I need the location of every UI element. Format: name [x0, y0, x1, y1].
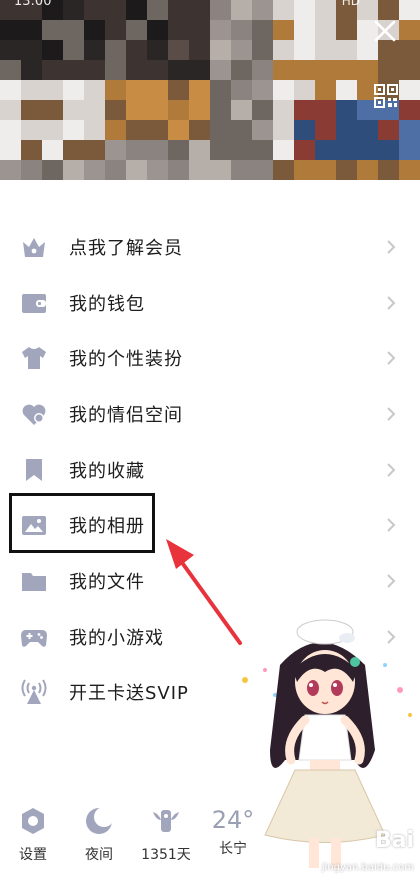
shirt-icon: [20, 344, 48, 372]
menu-item-vip[interactable]: 点我了解会员: [0, 219, 420, 275]
menu-item-wallet[interactable]: 我的钱包: [0, 275, 420, 331]
temperature: 24°: [211, 806, 255, 834]
menu-item-label: 点我了解会员: [69, 237, 183, 259]
heart-icon: [20, 400, 48, 428]
menu-item-label: 我的情侣空间: [69, 404, 183, 426]
night-mode-label: 夜间: [85, 847, 113, 863]
moon-icon: [86, 807, 114, 834]
watermark-logo: Bai: [374, 828, 414, 853]
watermark-url: jingyan.baidu.com: [321, 862, 414, 873]
folder-icon: [20, 567, 48, 595]
menu-item-label: 我的文件: [69, 571, 145, 593]
chevron-right-icon: [386, 406, 396, 422]
chevron-right-icon: [386, 462, 396, 478]
menu-item-couple-space[interactable]: 我的情侣空间: [0, 386, 420, 442]
close-button[interactable]: [370, 16, 400, 46]
menu-item-label: 我的相册: [69, 516, 145, 538]
status-bar: 13:00 HD: [0, 0, 420, 12]
days-badge-button[interactable]: 1351天: [136, 800, 196, 864]
gamepad-icon: [20, 623, 48, 651]
settings-button[interactable]: 设置: [3, 800, 63, 864]
days-label: 1351天: [141, 847, 191, 863]
drawer-menu: 点我了解会员 我的钱包 我的个性装扮 我的情侣空间 我的收藏 我的相册 我的文件…: [0, 219, 420, 720]
winged-badge-icon: [153, 810, 179, 832]
night-mode-button[interactable]: 夜间: [69, 800, 129, 864]
status-time: 13:00: [14, 0, 52, 9]
chevron-right-icon: [386, 629, 396, 645]
qr-code-button[interactable]: [374, 84, 398, 108]
menu-item-label: 我的钱包: [69, 293, 145, 315]
weather-button[interactable]: 24° 长宁: [203, 800, 263, 858]
settings-icon: [22, 808, 44, 834]
close-icon: [374, 20, 396, 42]
wallet-icon: [20, 289, 48, 317]
city-label: 长宁: [219, 841, 247, 857]
menu-item-label: 开王卡送SVIP: [69, 683, 189, 705]
image-icon: [20, 511, 48, 539]
profile-header: 13:00 HD: [0, 0, 420, 180]
menu-item-wang-card[interactable]: 开王卡送SVIP: [0, 665, 420, 721]
menu-item-album[interactable]: 我的相册: [0, 497, 420, 553]
pixelated-avatar-photo: [0, 0, 420, 180]
status-indicators: HD: [341, 0, 360, 8]
menu-item-mini-games[interactable]: 我的小游戏: [0, 609, 420, 665]
menu-item-personalize[interactable]: 我的个性装扮: [0, 330, 420, 386]
settings-label: 设置: [19, 847, 47, 863]
chevron-right-icon: [386, 350, 396, 366]
bookmark-icon: [20, 456, 48, 484]
menu-item-label: 我的收藏: [69, 460, 145, 482]
menu-item-label: 我的个性装扮: [69, 349, 183, 371]
menu-item-files[interactable]: 我的文件: [0, 553, 420, 609]
menu-item-favorites[interactable]: 我的收藏: [0, 442, 420, 498]
signal-tower-icon: [20, 678, 48, 706]
chevron-right-icon: [386, 573, 396, 589]
crown-icon: [20, 233, 48, 261]
menu-item-label: 我的小游戏: [69, 627, 164, 649]
qr-code-icon: [374, 84, 398, 108]
chevron-right-icon: [386, 295, 396, 311]
bottom-bar: 设置 夜间 1351天 24° 长宁 Bai jingyan.baidu.com: [0, 800, 420, 875]
chevron-right-icon: [386, 239, 396, 255]
chevron-right-icon: [386, 517, 396, 533]
